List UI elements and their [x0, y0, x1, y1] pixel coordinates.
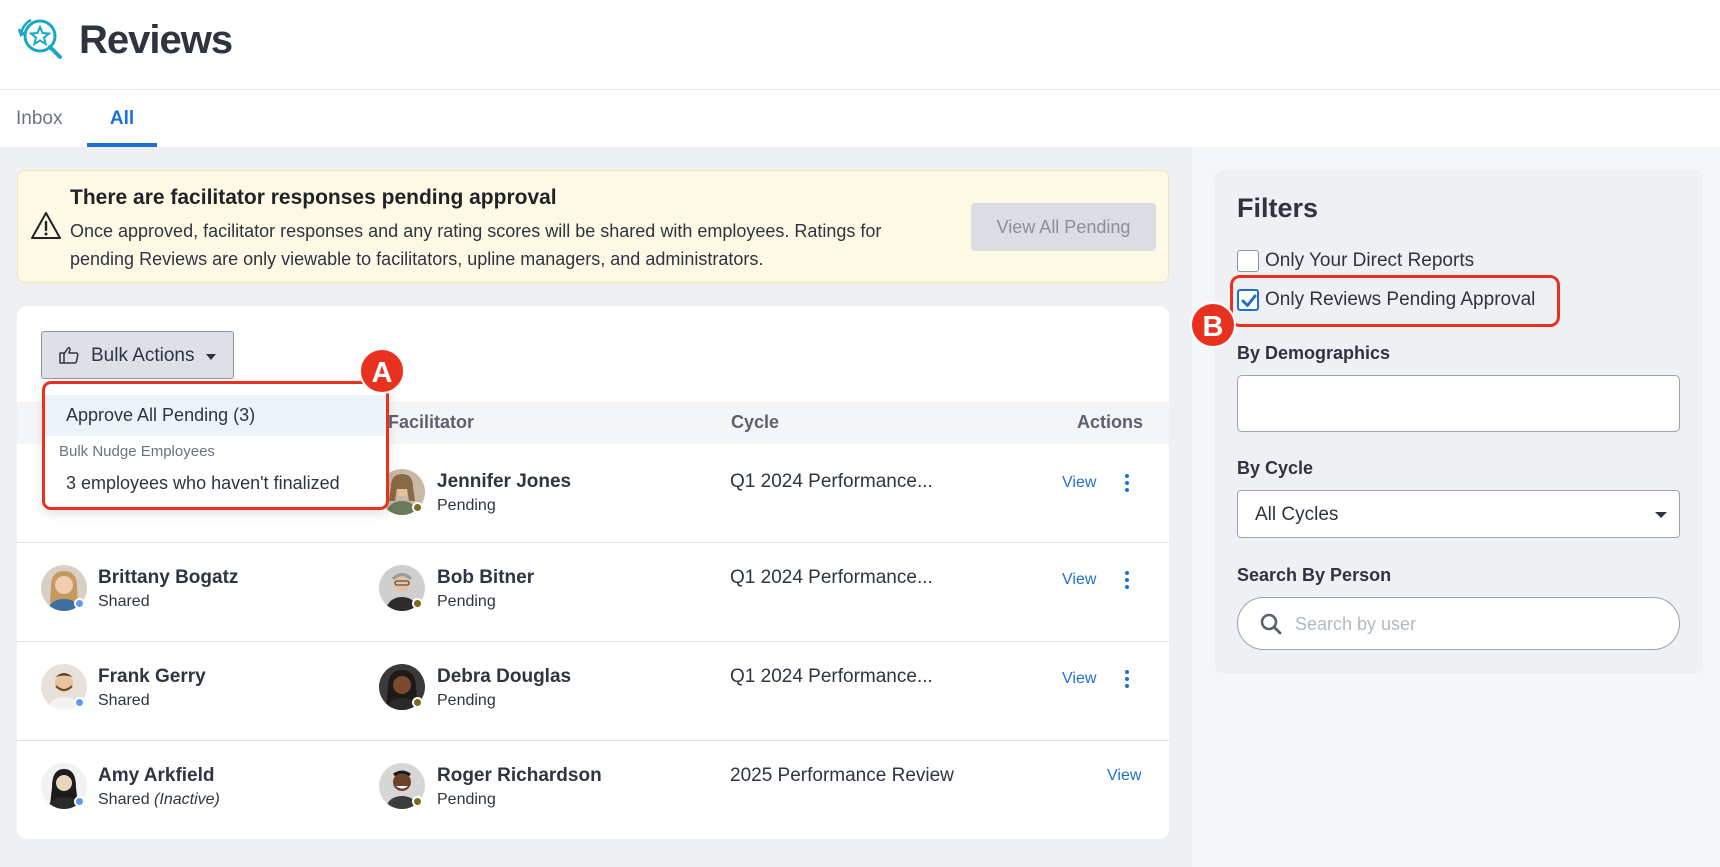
column-header-actions: Actions [1077, 412, 1144, 432]
cycle-name: Q1 2024 Performance... [730, 666, 933, 687]
cycle-name: 2025 Performance Review [730, 765, 954, 786]
table-row: Frank Gerry Shared Debra Douglas Pending… [17, 642, 1169, 741]
alert-body: Once approved, facilitator responses and… [70, 221, 882, 269]
facilitator-status: Pending [437, 692, 496, 709]
bulk-nudge-group-label: Bulk Nudge Employees [59, 443, 215, 460]
cycle-name: Q1 2024 Performance... [730, 471, 933, 492]
status-dot [412, 796, 423, 807]
direct-reports-label[interactable]: Only Your Direct Reports [1265, 250, 1474, 272]
facilitator-status: Pending [437, 497, 496, 514]
facilitator-status: Pending [437, 791, 496, 808]
direct-reports-checkbox[interactable] [1237, 250, 1259, 272]
column-header-cycle: Cycle [731, 412, 780, 432]
employee-name[interactable]: Amy Arkfield [98, 765, 215, 787]
view-link[interactable]: View [1107, 767, 1141, 785]
bulk-actions-label: Bulk Actions [91, 345, 195, 366]
cycle-select[interactable]: All Cycles [1237, 490, 1680, 538]
view-link[interactable]: View [1062, 670, 1096, 688]
status-dot [74, 796, 85, 807]
bulk-actions-button[interactable]: Bulk Actions [41, 331, 234, 379]
tab-bar: Inbox All [0, 90, 1720, 147]
tab-all[interactable]: All [87, 90, 157, 147]
pending-approval-label[interactable]: Only Reviews Pending Approval [1265, 289, 1535, 311]
checkmark-icon [1241, 294, 1257, 307]
pending-approval-checkbox[interactable] [1237, 289, 1259, 311]
star-magnifier-icon [17, 18, 62, 59]
view-link[interactable]: View [1062, 474, 1096, 492]
status-dot [412, 502, 423, 513]
kebab-menu-icon[interactable] [1123, 474, 1131, 496]
nudge-employees-item[interactable]: 3 employees who haven't finalized [66, 473, 340, 494]
filters-title: Filters [1237, 193, 1319, 223]
demographics-input[interactable] [1237, 375, 1680, 432]
facilitator-name[interactable]: Debra Douglas [437, 666, 571, 688]
annotation-badge-a: A [359, 348, 405, 394]
facilitator-name[interactable]: Jennifer Jones [437, 471, 571, 493]
pointing-hand-icon [59, 346, 79, 364]
tab-inbox[interactable]: Inbox [16, 90, 86, 147]
column-header-facilitator: Facilitator [388, 412, 475, 432]
demographics-label: By Demographics [1237, 343, 1391, 363]
cycle-select-value: All Cycles [1255, 504, 1339, 525]
approve-all-pending-item[interactable]: Approve All Pending (3) [45, 395, 386, 436]
status-dot [74, 598, 85, 609]
employee-status: Shared (Inactive) [98, 791, 220, 809]
bulk-actions-menu: Approve All Pending (3) Bulk Nudge Emplo… [42, 381, 389, 510]
employee-name[interactable]: Brittany Bogatz [98, 567, 238, 589]
page-title: Reviews [79, 18, 233, 62]
status-dot [74, 697, 85, 708]
cycle-filter-label: By Cycle [1237, 458, 1314, 478]
employee-status: Shared [98, 593, 150, 610]
employee-status: Shared [98, 692, 150, 709]
facilitator-name[interactable]: Roger Richardson [437, 765, 602, 787]
facilitator-status: Pending [437, 593, 496, 610]
table-row: Brittany Bogatz Shared Bob Bitner Pendin… [17, 543, 1169, 642]
cycle-name: Q1 2024 Performance... [730, 567, 933, 588]
search-person-input[interactable] [1295, 610, 1655, 638]
table-row: Amy Arkfield Shared (Inactive) Roger Ric… [17, 741, 1169, 840]
search-person-box[interactable] [1237, 597, 1680, 650]
employee-name[interactable]: Frank Gerry [98, 666, 206, 688]
annotation-badge-b: B [1190, 302, 1236, 348]
facilitator-name[interactable]: Bob Bitner [437, 567, 534, 589]
pending-approval-alert: There are facilitator responses pending … [17, 170, 1169, 283]
search-icon [1260, 613, 1282, 635]
kebab-menu-icon[interactable] [1123, 670, 1131, 692]
view-link[interactable]: View [1062, 571, 1096, 589]
caret-down-icon [206, 354, 216, 360]
view-all-pending-button[interactable]: View All Pending [971, 203, 1156, 251]
kebab-menu-icon[interactable] [1123, 571, 1131, 593]
alert-title: There are facilitator responses pending … [70, 186, 557, 209]
app-header: Reviews [0, 0, 1720, 90]
status-dot [412, 697, 423, 708]
status-dot [412, 598, 423, 609]
employee-status-text: Shared [98, 791, 150, 808]
warning-triangle-icon [31, 212, 61, 239]
search-person-label: Search By Person [1237, 565, 1392, 585]
employee-status-note: (Inactive) [154, 791, 220, 808]
caret-down-icon [1655, 512, 1667, 518]
